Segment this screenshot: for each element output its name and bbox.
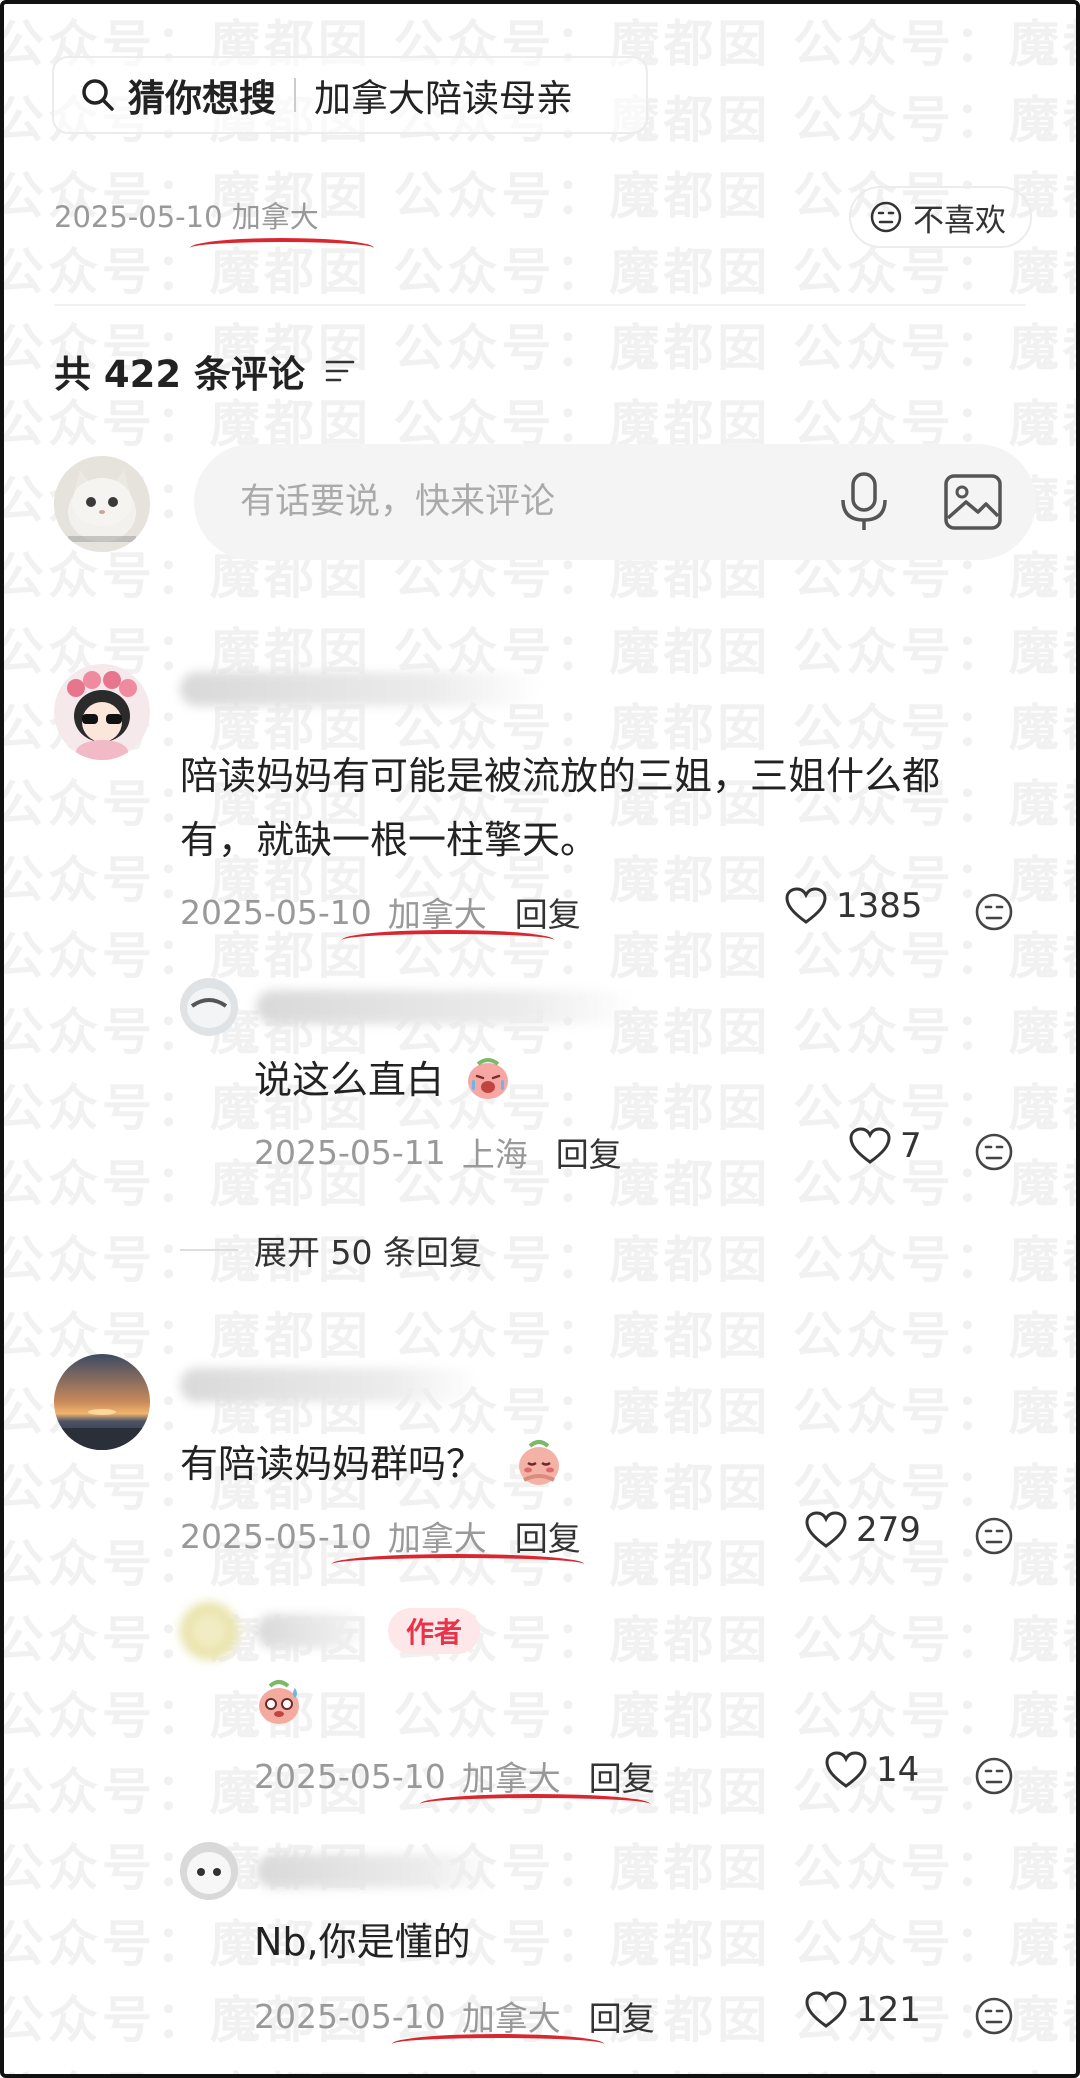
image-icon[interactable] [942,472,1004,532]
heart-icon [805,1991,847,2028]
search-divider [294,78,296,112]
annotation-underline [332,1554,584,1574]
comments-count: 共 422 条评论 [54,353,305,396]
comment-location: 加拿大 [387,1519,487,1558]
comment-input[interactable] [240,482,800,522]
reply-meta: 2025-05-10 加拿大 回复 [254,1992,655,2040]
reply-text: 说这么直白 [254,1048,444,1112]
comment-avatar[interactable] [54,1354,150,1450]
dislike-face-icon[interactable] [974,892,1014,932]
comment-text: 有陪读妈妈群吗？ [180,1432,484,1496]
reply-date: 2025-05-11 [254,1132,446,1172]
comment-meta: 2025-05-10 加拿大 回复 [180,1512,581,1560]
like-button[interactable]: 1385 [784,886,923,926]
annotation-underline [392,2034,604,2054]
annotation-underline [420,1794,650,1814]
expand-replies-label[interactable]: 展开 50 条回复 [254,1226,482,1274]
like-count: 279 [856,1510,921,1550]
reply-avatar[interactable] [180,978,238,1036]
blurred-username [180,672,540,706]
reply-avatar-image [180,978,238,1036]
reply-date: 2025-05-10 [254,1996,446,2036]
reply-location: 上海 [461,1135,528,1174]
reply-avatar[interactable] [180,1602,238,1660]
blurred-username [256,1614,366,1648]
reply-text-content: 说这么直白 [254,1058,445,1102]
reply-button[interactable]: 回复 [589,1752,655,1800]
heart-icon [825,1751,867,1788]
like-count: 7 [900,1126,922,1166]
sweat-emoji-icon [259,1680,299,1724]
blurred-username [180,1368,480,1402]
dislike-face-icon [870,201,902,233]
heart-icon [785,887,827,924]
dislike-button[interactable]: 不喜欢 [849,186,1032,248]
comments-header: 共 422 条评论 [54,344,357,398]
crying-emoji-icon [468,1058,508,1099]
divider [54,304,1026,306]
annotation-underline [342,930,554,950]
search-suggestion[interactable]: 猜你想搜 加拿大陪读母亲 [52,56,648,134]
comment-meta: 2025-05-10 加拿大 回复 [180,888,581,936]
comment-input-bar[interactable] [194,444,1036,560]
blurred-username [256,990,636,1024]
like-count: 121 [856,1990,921,2030]
reply-avatar[interactable] [180,1842,238,1900]
dislike-face-icon[interactable] [974,1516,1014,1556]
comment-location: 加拿大 [387,895,487,934]
reply-button[interactable]: 回复 [515,1512,581,1560]
search-suggestion-title: 猜你想搜 [128,77,276,120]
annotation-underline [190,238,374,258]
reply-button[interactable]: 回复 [515,888,581,936]
like-button[interactable]: 279 [804,1510,921,1550]
girl-avatar-image [54,664,150,760]
reply-location: 加拿大 [461,1759,561,1798]
blurred-avatar-image [180,1602,238,1660]
dislike-face-icon[interactable] [974,1756,1014,1796]
reply-text-content: Nb,你是懂的 [254,1920,471,1964]
comment-date: 2025-05-10 [180,892,372,932]
search-suggestion-query[interactable]: 加拿大陪读母亲 [314,68,573,122]
comment-text-content: 有陪读妈妈群吗？ [180,1442,485,1486]
my-avatar[interactable] [54,456,150,552]
expand-divider [180,1249,238,1251]
comment-date: 2025-05-10 [180,1516,372,1556]
dislike-label: 不喜欢 [913,202,1006,239]
comment-text-line: 陪读妈妈有可能是被流放的三姐，三姐什么都 [180,754,941,798]
comment-text-line: 有，就缺一根一柱擎天。 [180,818,599,862]
reply-date: 2025-05-10 [254,1756,446,1796]
reply-meta: 2025-05-10 加拿大 回复 [254,1752,655,1800]
reply-location: 加拿大 [461,1999,561,2038]
reply-text: Nb,你是懂的 [254,1910,471,1974]
sort-filter-icon[interactable] [323,354,357,388]
reply-button[interactable]: 回复 [589,1992,655,2040]
author-badge: 作者 [388,1608,481,1654]
post-meta: 2025-05-10 加拿大 [54,194,319,236]
like-count: 14 [876,1750,920,1790]
dislike-face-icon[interactable] [974,1996,1014,2036]
blurred-username [256,1854,496,1888]
post-location: 加拿大 [231,200,319,234]
comments-page: 猜你想搜 加拿大陪读母亲 2025-05-10 加拿大 不喜欢 共 422 条评… [4,4,1076,2074]
dislike-face-icon[interactable] [974,1132,1014,1172]
screen-frame: 公众号：魔都囡 公众号：魔都囡 公众号：魔都囡 公众号：魔都囡 公众号：魔都囡 … [0,0,1080,2078]
reply-avatar-image [180,1842,238,1900]
cat-avatar-image [54,456,150,552]
heart-icon [805,1511,847,1548]
heart-icon [849,1127,891,1164]
like-count: 1385 [836,886,923,926]
reply-button[interactable]: 回复 [556,1128,622,1176]
like-button[interactable]: 7 [848,1126,922,1166]
comment-text: 陪读妈妈有可能是被流放的三姐，三姐什么都 有，就缺一根一柱擎天。 [180,744,1040,872]
post-date: 2025-05-10 [54,200,223,234]
expand-replies[interactable]: 展开 50 条回复 [180,1226,482,1274]
like-button[interactable]: 14 [824,1750,919,1790]
microphone-icon[interactable] [834,470,894,534]
sunset-avatar-image [54,1354,150,1450]
reply-meta: 2025-05-11 上海 回复 [254,1128,622,1176]
like-button[interactable]: 121 [804,1990,921,2030]
comment-avatar[interactable] [54,664,150,760]
shy-emoji-icon [519,1440,559,1485]
search-icon [82,79,114,111]
